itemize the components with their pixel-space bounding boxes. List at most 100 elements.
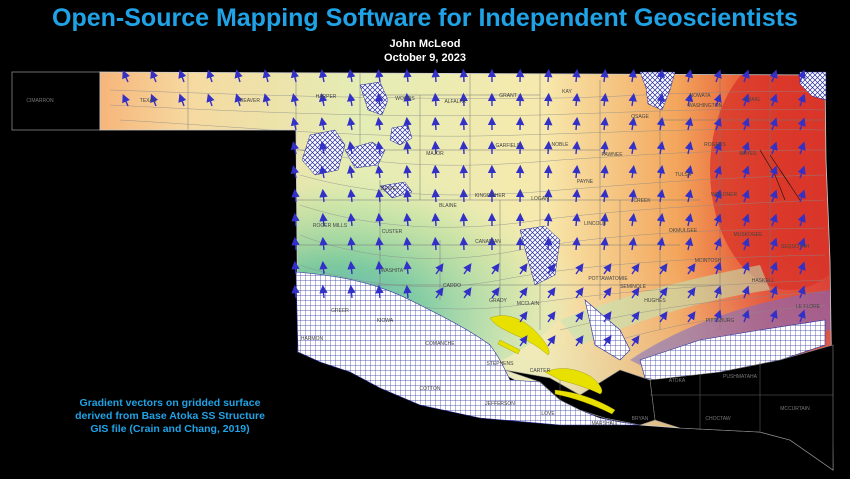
vector-arrow [572, 188, 581, 203]
county-label: PAWNEE [601, 152, 623, 158]
caption-line-2: derived from Base Atoka SS Structure [75, 410, 265, 422]
county-label: CRAIG [744, 97, 760, 103]
vector-arrow [319, 188, 328, 203]
vector-arrow [291, 188, 300, 203]
county-label: LOGAN [531, 196, 549, 202]
vector-arrow [347, 188, 356, 203]
vector-arrow [403, 164, 412, 179]
county-label: CUSTER [382, 229, 403, 235]
county-label: NOBLE [552, 142, 570, 148]
vector-arrow [572, 92, 581, 107]
county-label: BLAINE [439, 203, 457, 209]
county-label: ATOKA [669, 378, 686, 384]
county-label: SEMINOLE [620, 284, 647, 290]
vector-arrow [291, 212, 300, 227]
vector-arrow [544, 212, 553, 227]
county-label: LINCOLN [584, 221, 606, 227]
county-label: MAYES [739, 151, 757, 157]
vector-arrow [375, 188, 384, 203]
county-label: CIMARRON [26, 98, 54, 104]
county-label: STEPHENS [487, 361, 515, 367]
county-label: ALFALFA [444, 99, 466, 105]
county-label: BEAVER [240, 98, 260, 104]
vector-arrow [403, 68, 412, 83]
county-label: ROGERS [704, 142, 726, 148]
vector-arrow [375, 284, 384, 299]
county-label: GREER [331, 308, 349, 314]
county-label: OKMULGEE [669, 228, 698, 234]
vector-arrow [544, 68, 553, 83]
vector-arrow [291, 284, 300, 299]
county-label: WOODS [395, 96, 415, 102]
vector-arrow [431, 212, 440, 227]
county-label: WAGONER [711, 192, 738, 198]
county-label: KAY [562, 89, 572, 95]
vector-arrow [431, 116, 440, 131]
vector-arrow [600, 92, 609, 107]
vector-arrow [403, 140, 412, 155]
county-label: KIOWA [377, 318, 394, 324]
vector-arrow [319, 236, 328, 251]
county-label: SEQUOYAH [781, 244, 809, 250]
vector-arrow [403, 260, 412, 275]
county-label: PAYNE [577, 179, 594, 185]
county-label: MCINTOSH [695, 258, 722, 264]
vector-arrow [544, 92, 553, 107]
vector-arrow [319, 284, 328, 299]
vector-arrow [572, 116, 581, 131]
county-label: HUGHES [644, 298, 666, 304]
author: John McLeod [389, 38, 461, 50]
vector-arrow [375, 260, 384, 275]
vector-arrow [572, 140, 581, 155]
county-label: WASHINGTON [688, 103, 723, 109]
vector-arrow [291, 260, 300, 275]
vector-arrow [572, 212, 581, 227]
vector-arrow [600, 68, 609, 83]
county-label: MUSKOGEE [734, 232, 764, 238]
caption-line-1: Gradient vectors on gridded surface [79, 397, 261, 409]
vector-arrow [375, 212, 384, 227]
map-caption: Gradient vectors on gridded surface deri… [50, 397, 290, 436]
vector-arrow [600, 236, 609, 251]
county-label: PUSHMATAHA [723, 374, 758, 380]
county-label: MAJOR [426, 151, 444, 157]
county-label: WASHITA [381, 268, 404, 274]
county-label: HARPER [316, 94, 337, 100]
vector-arrow [431, 68, 440, 83]
county-label: TEXAS [140, 98, 157, 104]
vector-arrow [544, 140, 553, 155]
county-label: LE FLORE [796, 304, 821, 310]
vector-arrow [544, 164, 553, 179]
cimarron-county-region [11, 71, 101, 131]
vector-arrow [431, 188, 440, 203]
county-label: NOWATA [689, 93, 711, 99]
county-label: CREEK [633, 198, 651, 204]
vector-arrow [403, 188, 412, 203]
vector-arrow [347, 236, 356, 251]
vector-arrow [572, 236, 581, 251]
vector-arrow [347, 260, 356, 275]
vector-arrow [572, 68, 581, 83]
caption-line-3: GIS file (Crain and Chang, 2019) [90, 423, 250, 435]
county-label: TULSA [675, 172, 692, 178]
county-label: LOVE [541, 411, 555, 417]
county-label: HARMON [301, 336, 324, 342]
county-label: MCCLAIN [517, 301, 540, 307]
vector-arrow [431, 164, 440, 179]
county-label: MARSHALL [592, 421, 619, 427]
county-label: GRANT [499, 93, 517, 99]
vector-arrow [290, 165, 300, 179]
vector-arrow [431, 236, 440, 251]
vector-arrow [600, 188, 609, 203]
vector-arrow [291, 236, 300, 251]
county-label: BRYAN [632, 416, 649, 422]
vector-arrow [600, 116, 609, 131]
county-label: JEFFERSON [485, 401, 515, 407]
vector-arrow [403, 212, 412, 227]
county-label: HASKELL [752, 278, 775, 284]
county-label: ROGER MILLS [313, 223, 348, 229]
presentation-date: October 9, 2023 [384, 52, 466, 64]
county-label: CANADIAN [475, 239, 501, 245]
vector-arrow [347, 212, 356, 227]
county-label: GRADY [489, 298, 507, 304]
